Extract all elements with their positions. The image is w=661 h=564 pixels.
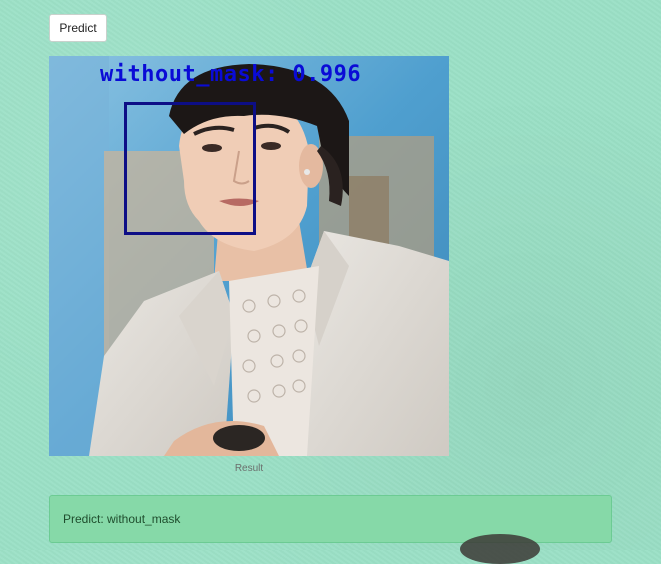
- detection-bounding-box: [124, 102, 256, 235]
- prediction-text: Predict: without_mask: [63, 512, 181, 526]
- prediction-alert: Predict: without_mask: [49, 495, 612, 543]
- partial-image-edge: [460, 534, 540, 564]
- result-image: without_mask: 0.996: [49, 56, 449, 456]
- predict-button[interactable]: Predict: [49, 14, 107, 42]
- detection-label: without_mask: 0.996: [100, 62, 362, 87]
- result-caption: Result: [234, 463, 264, 474]
